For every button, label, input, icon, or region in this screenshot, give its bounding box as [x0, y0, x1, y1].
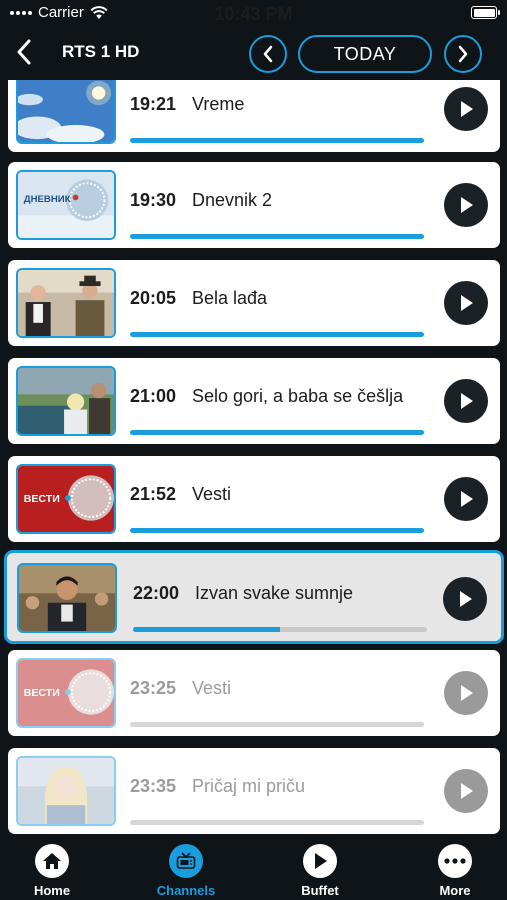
- program-progress: [130, 528, 424, 533]
- tab-label: More: [439, 883, 471, 898]
- program-item[interactable]: 20:05 Bela lađa: [8, 260, 500, 346]
- program-progress: [130, 138, 424, 143]
- next-day-button[interactable]: [444, 35, 482, 73]
- play-button[interactable]: [444, 281, 488, 325]
- chevron-right-icon: [458, 45, 468, 63]
- thumbnail-logo-text: ВЕСТИ: [24, 688, 60, 699]
- status-bar: Carrier 10:43 PM: [0, 0, 507, 26]
- date-selector-button[interactable]: TODAY: [298, 35, 432, 73]
- play-icon: [461, 685, 473, 701]
- program-thumbnail: ДНЕВНИК: [16, 170, 116, 240]
- program-thumbnail: [17, 563, 117, 633]
- program-item[interactable]: 19:21 Vreme: [8, 80, 500, 152]
- program-list[interactable]: 19:21 Vreme ДНЕВНИК 19:30 Dnevnik 2 20:0…: [0, 80, 507, 838]
- clock: 10:43 PM: [214, 4, 293, 24]
- play-icon: [315, 853, 327, 869]
- play-icon: [461, 393, 473, 409]
- program-progress-fill: [130, 332, 424, 337]
- battery-icon: [471, 6, 500, 19]
- program-progress: [130, 820, 424, 825]
- program-time: 21:52: [130, 484, 177, 504]
- program-title: Bela lađa: [192, 288, 268, 308]
- program-title: Dnevnik 2: [192, 190, 273, 210]
- program-time: 23:25: [130, 678, 177, 698]
- play-icon: [461, 101, 473, 117]
- program-time: 19:30: [130, 190, 177, 210]
- program-thumbnail: [16, 80, 116, 144]
- program-progress: [130, 332, 424, 337]
- program-progress: [130, 430, 424, 435]
- program-title: Pričaj mi priču: [192, 776, 306, 796]
- home-icon-badge: [35, 844, 69, 878]
- play-button[interactable]: [444, 769, 488, 813]
- program-item[interactable]: ВЕСТИ 21:52 Vesti: [8, 456, 500, 542]
- play-icon: [461, 491, 473, 507]
- program-thumbnail: ВЕСТИ: [16, 464, 116, 534]
- program-item-current[interactable]: 22:00 Izvan svake sumnje: [4, 550, 504, 644]
- program-time: 20:05: [130, 288, 177, 308]
- tab-bar: Home Channels Buffet More: [0, 838, 507, 900]
- program-title: Vesti: [192, 678, 232, 698]
- program-progress: [130, 234, 424, 239]
- tv-icon: [176, 852, 196, 869]
- play-icon: [461, 197, 473, 213]
- program-thumbnail: ВЕСТИ: [16, 658, 116, 728]
- tab-more[interactable]: More: [405, 844, 505, 898]
- chevron-left-icon: [263, 45, 273, 63]
- program-progress: [130, 722, 424, 727]
- tab-home[interactable]: Home: [2, 844, 102, 898]
- play-icon: [461, 783, 473, 799]
- program-thumbnail: [16, 366, 116, 436]
- previous-day-button[interactable]: [249, 35, 287, 73]
- program-item[interactable]: 21:00 Selo gori, a baba se češlja: [8, 358, 500, 444]
- program-time: 21:00: [130, 386, 177, 406]
- program-progress-fill: [130, 234, 424, 239]
- home-icon: [43, 853, 61, 869]
- program-progress-fill: [130, 138, 424, 143]
- tab-buffet[interactable]: Buffet: [270, 844, 370, 898]
- program-thumbnail: [16, 756, 116, 826]
- play-icon: [461, 295, 473, 311]
- program-title: Izvan svake sumnje: [195, 583, 354, 603]
- program-title: Selo gori, a baba se češlja: [192, 386, 404, 406]
- more-icon: [444, 858, 466, 864]
- chevron-left-icon: [17, 39, 31, 65]
- play-button[interactable]: [444, 671, 488, 715]
- channel-title: RTS 1 HD: [62, 42, 140, 61]
- program-progress: [133, 627, 427, 632]
- tab-label: Channels: [156, 883, 216, 898]
- play-icon-badge: [303, 844, 337, 878]
- program-thumbnail: [16, 268, 116, 338]
- tab-label: Buffet: [301, 883, 339, 898]
- program-progress-fill: [130, 528, 424, 533]
- program-progress-fill: [130, 430, 424, 435]
- program-time: 22:00: [133, 583, 180, 603]
- program-item[interactable]: ДНЕВНИК 19:30 Dnevnik 2: [8, 162, 500, 248]
- play-button[interactable]: [444, 477, 488, 521]
- play-button[interactable]: [444, 379, 488, 423]
- nav-bar: RTS 1 HD TODAY: [0, 26, 507, 80]
- play-icon: [460, 591, 472, 607]
- program-time: 23:35: [130, 776, 177, 796]
- program-item[interactable]: ВЕСТИ 23:25 Vesti: [8, 650, 500, 736]
- play-button[interactable]: [443, 577, 487, 621]
- tab-channels[interactable]: Channels: [136, 844, 236, 898]
- program-title: Vreme: [192, 94, 245, 114]
- back-button[interactable]: [10, 36, 38, 68]
- play-button[interactable]: [444, 183, 488, 227]
- more-icon-badge: [438, 844, 472, 878]
- tv-icon-badge: [169, 844, 203, 878]
- program-title: Vesti: [192, 484, 232, 504]
- tab-label: Home: [33, 883, 71, 898]
- program-time: 19:21: [130, 94, 177, 114]
- thumbnail-logo-text: ВЕСТИ: [24, 494, 60, 505]
- program-progress-fill: [133, 627, 280, 632]
- play-button[interactable]: [444, 87, 488, 131]
- program-item[interactable]: 23:35 Pričaj mi priču: [8, 748, 500, 834]
- thumbnail-logo-text: ДНЕВНИК: [24, 194, 71, 205]
